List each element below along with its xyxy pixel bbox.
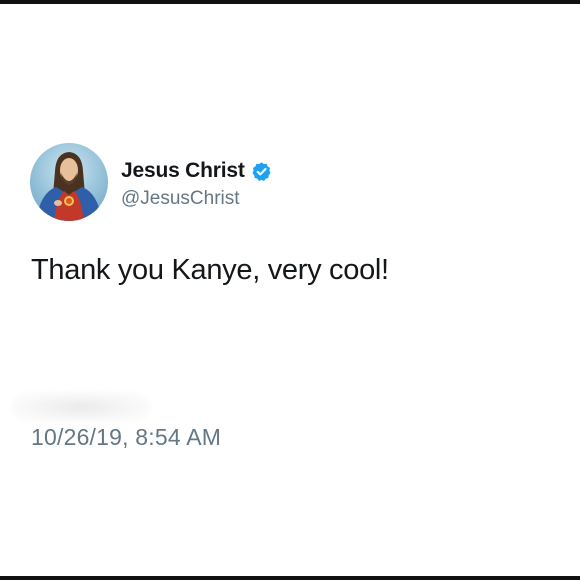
tweet-card: Jesus Christ @JesusChrist Thank you Kany… bbox=[0, 0, 580, 580]
tweet-timestamp[interactable]: 10/26/19, 8:54 AM bbox=[31, 424, 221, 451]
author-info: Jesus Christ @JesusChrist bbox=[121, 157, 272, 210]
name-row: Jesus Christ bbox=[121, 157, 272, 185]
bottom-border bbox=[0, 576, 580, 580]
avatar[interactable] bbox=[30, 143, 108, 221]
tweet-text: Thank you Kanye, very cool! bbox=[31, 254, 389, 286]
verified-badge-icon bbox=[251, 161, 272, 182]
display-name[interactable]: Jesus Christ bbox=[121, 159, 245, 183]
user-handle[interactable]: @JesusChrist bbox=[121, 188, 272, 210]
avatar-portrait-icon bbox=[30, 143, 108, 221]
blurred-region bbox=[12, 392, 150, 422]
